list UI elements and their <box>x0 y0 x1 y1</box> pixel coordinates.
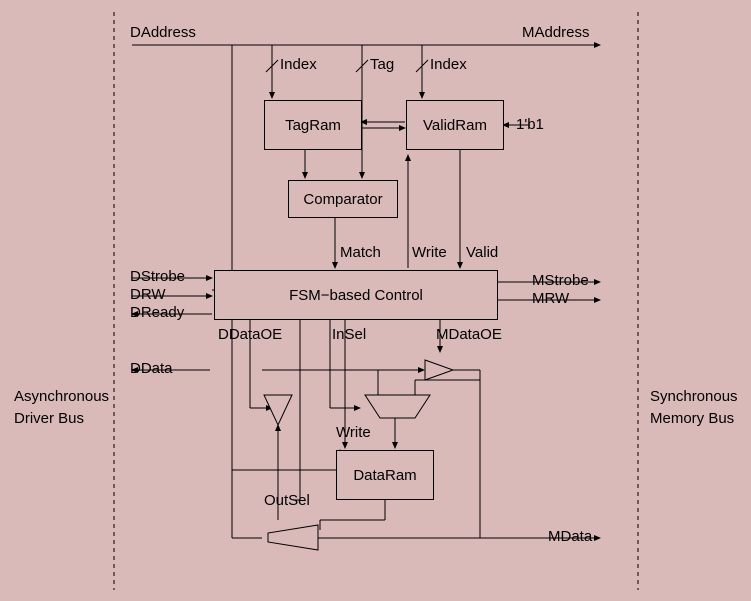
label-dstrobe: DStrobe <box>130 268 185 285</box>
validram-label: ValidRam <box>423 117 487 134</box>
label-maddress: MAddress <box>522 24 590 41</box>
label-ddataoe: DDataOE <box>218 326 282 343</box>
dataram-label: DataRam <box>353 467 416 484</box>
label-mrw: MRW <box>532 290 569 307</box>
label-drw: DRW <box>130 286 166 303</box>
label-mstrobe: MStrobe <box>532 272 589 289</box>
label-match: Match <box>340 244 381 261</box>
label-write: Write <box>412 244 447 261</box>
label-index1: Index <box>280 56 317 73</box>
fsm-label: FSM−based Control <box>289 287 423 304</box>
label-insel: InSel <box>332 326 366 343</box>
block-tagram: TagRam <box>264 100 362 150</box>
label-mdataoe: MDataOE <box>436 326 502 343</box>
label-1b1: 1'b1 <box>516 116 544 133</box>
label-tag: Tag <box>370 56 394 73</box>
label-valid: Valid <box>466 244 498 261</box>
block-dataram: DataRam <box>336 450 434 500</box>
label-outsel: OutSel <box>264 492 310 509</box>
diagram-canvas: TagRam ValidRam Comparator FSM−based Con… <box>0 0 751 601</box>
label-ddata: DData <box>130 360 173 377</box>
block-fsm: FSM−based Control <box>214 270 498 320</box>
comparator-label: Comparator <box>303 191 382 208</box>
label-mdata: MData <box>548 528 592 545</box>
block-validram: ValidRam <box>406 100 504 150</box>
tagram-label: TagRam <box>285 117 341 134</box>
label-index2: Index <box>430 56 467 73</box>
label-dready: DReady <box>130 304 184 321</box>
title-driverbus: Driver Bus <box>14 410 84 427</box>
title-async: Asynchronous <box>14 388 109 405</box>
block-comparator: Comparator <box>288 180 398 218</box>
title-membus: Memory Bus <box>650 410 734 427</box>
title-sync: Synchronous <box>650 388 738 405</box>
label-daddress: DAddress <box>130 24 196 41</box>
label-write2: Write <box>336 424 371 441</box>
